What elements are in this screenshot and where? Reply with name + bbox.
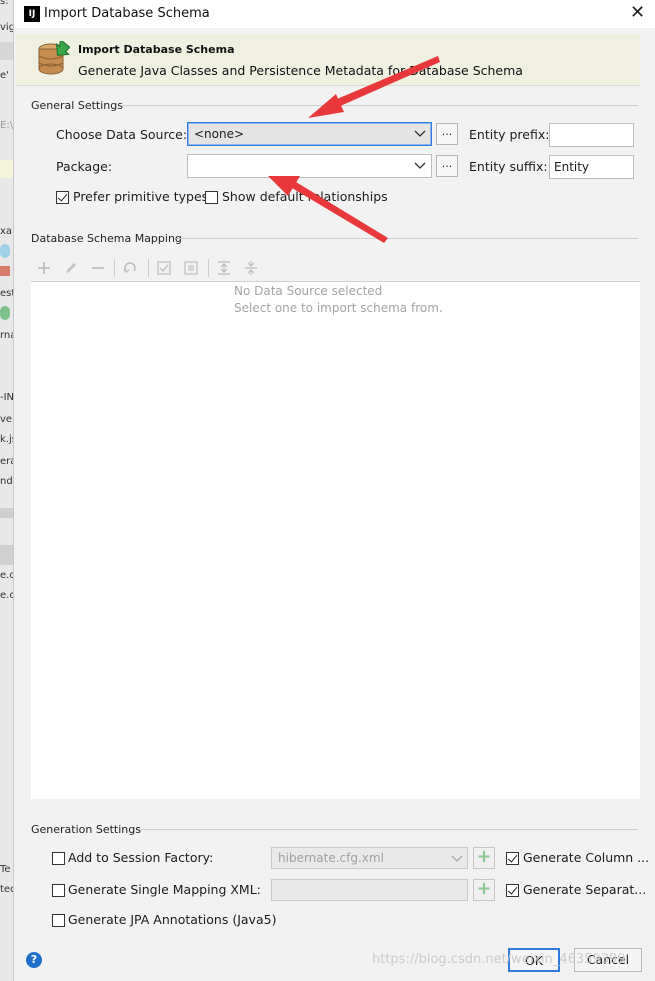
session-factory-checkbox[interactable] [52, 852, 65, 865]
bg-fragment: rna [0, 330, 13, 341]
bg-fragment: est [0, 288, 14, 299]
chevron-down-icon [414, 162, 426, 169]
bg-fragment: nd [0, 476, 13, 487]
generate-column-checkbox[interactable] [506, 852, 519, 865]
section-separator [177, 238, 638, 239]
bg-fragment: s: [0, 0, 9, 7]
import-database-schema-dialog: IJ Import Database Schema ✕ Import Datab… [14, 0, 655, 981]
entity-prefix-input[interactable] [549, 123, 634, 147]
expand-all-icon[interactable] [215, 259, 233, 277]
session-factory-label: Add to Session Factory: [68, 850, 214, 865]
data-source-browse-button[interactable]: ... [436, 123, 458, 145]
banner-title: Import Database Schema [78, 43, 235, 56]
uncheck-all-icon[interactable] [182, 259, 200, 277]
session-factory-combo[interactable]: hibernate.cfg.xml [271, 847, 468, 869]
remove-icon[interactable] [89, 259, 107, 277]
bg-fragment: ted [0, 884, 13, 895]
toolbar-separator [148, 259, 149, 277]
bg-fragment: e.c [0, 570, 14, 581]
title-bar[interactable]: IJ Import Database Schema ✕ [14, 0, 655, 28]
header-banner: Import Database Schema Generate Java Cla… [16, 34, 640, 86]
generation-settings-heading: Generation Settings [31, 823, 141, 836]
bg-class-icon [0, 244, 10, 258]
single-mapping-checkbox[interactable] [52, 884, 65, 897]
bg-fragment: E:\ [0, 120, 14, 131]
intellij-app-icon: IJ [24, 6, 40, 22]
prefer-primitive-checkbox[interactable] [56, 191, 69, 204]
data-source-label: Choose Data Source: [56, 127, 188, 142]
entity-suffix-value: Entity [554, 160, 590, 174]
watermark-text: https://blog.csdn.net/weixin_46359399 [372, 952, 626, 967]
section-separator [140, 829, 638, 830]
bg-fragment: vig [0, 22, 14, 33]
generate-separate-label: Generate Separat... [523, 882, 647, 897]
bg-fragment: Te [0, 864, 11, 875]
add-icon[interactable] [35, 259, 53, 277]
show-relationships-checkbox[interactable] [205, 191, 218, 204]
bg-file-icon [0, 266, 10, 276]
section-separator [122, 105, 638, 106]
database-import-icon [38, 41, 70, 75]
entity-prefix-label: Entity prefix: [469, 127, 550, 142]
prefer-primitive-label: Prefer primitive types [73, 189, 209, 204]
close-icon[interactable]: ✕ [630, 3, 645, 23]
bg-fragment: -IN [0, 392, 14, 403]
bg-block [0, 508, 13, 518]
single-mapping-label: Generate Single Mapping XML: [68, 882, 261, 897]
entity-suffix-label: Entity suffix: [469, 159, 548, 174]
data-source-combo[interactable]: <none> [187, 122, 432, 146]
entity-suffix-input[interactable]: Entity [549, 155, 634, 179]
bg-block [0, 545, 13, 565]
mapping-heading: Database Schema Mapping [31, 232, 182, 245]
bg-class-icon [0, 306, 10, 320]
window-title: Import Database Schema [44, 6, 210, 21]
toolbar-separator [208, 259, 209, 277]
add-mapping-button[interactable]: + [473, 879, 495, 901]
bg-fragment: xa [0, 226, 13, 237]
check-all-icon[interactable] [155, 259, 173, 277]
toolbar-separator [114, 259, 115, 277]
schema-mapping-tree[interactable]: No Data Source selected Select one to im… [31, 281, 640, 799]
add-session-factory-button[interactable]: + [473, 847, 495, 869]
empty-state-title: No Data Source selected [234, 284, 383, 298]
chevron-down-icon [451, 855, 463, 862]
bg-fragment: veb [0, 414, 13, 425]
chevron-down-icon [414, 130, 426, 137]
jpa-annotations-label: Generate JPA Annotations (Java5) [68, 912, 277, 927]
bg-block [0, 42, 13, 60]
single-mapping-input[interactable] [271, 879, 468, 901]
show-relationships-label: Show default relationships [222, 189, 388, 204]
help-icon[interactable]: ? [26, 952, 42, 968]
jpa-annotations-checkbox[interactable] [52, 914, 65, 927]
bg-fragment: e' [0, 70, 9, 81]
bg-fragment: e.c [0, 590, 14, 601]
banner-subtitle: Generate Java Classes and Persistence Me… [78, 63, 523, 78]
empty-state-hint: Select one to import schema from. [234, 301, 443, 315]
package-browse-button[interactable]: ... [436, 155, 458, 177]
package-label: Package: [56, 159, 113, 174]
background-ide-strip: s: vig e' E:\ xa est rna -IN veb k.js er… [0, 0, 14, 981]
session-factory-value: hibernate.cfg.xml [278, 851, 384, 865]
bg-fragment: k.js [0, 434, 13, 445]
package-combo[interactable] [187, 154, 432, 178]
bg-fragment: era [0, 456, 13, 467]
generate-separate-checkbox[interactable] [506, 884, 519, 897]
general-settings-heading: General Settings [31, 99, 123, 112]
generate-column-label: Generate Column ... [523, 850, 650, 865]
refresh-icon[interactable] [121, 259, 139, 277]
collapse-all-icon[interactable] [242, 259, 260, 277]
data-source-value: <none> [194, 127, 245, 141]
edit-icon[interactable] [62, 259, 80, 277]
bg-block [0, 160, 13, 178]
